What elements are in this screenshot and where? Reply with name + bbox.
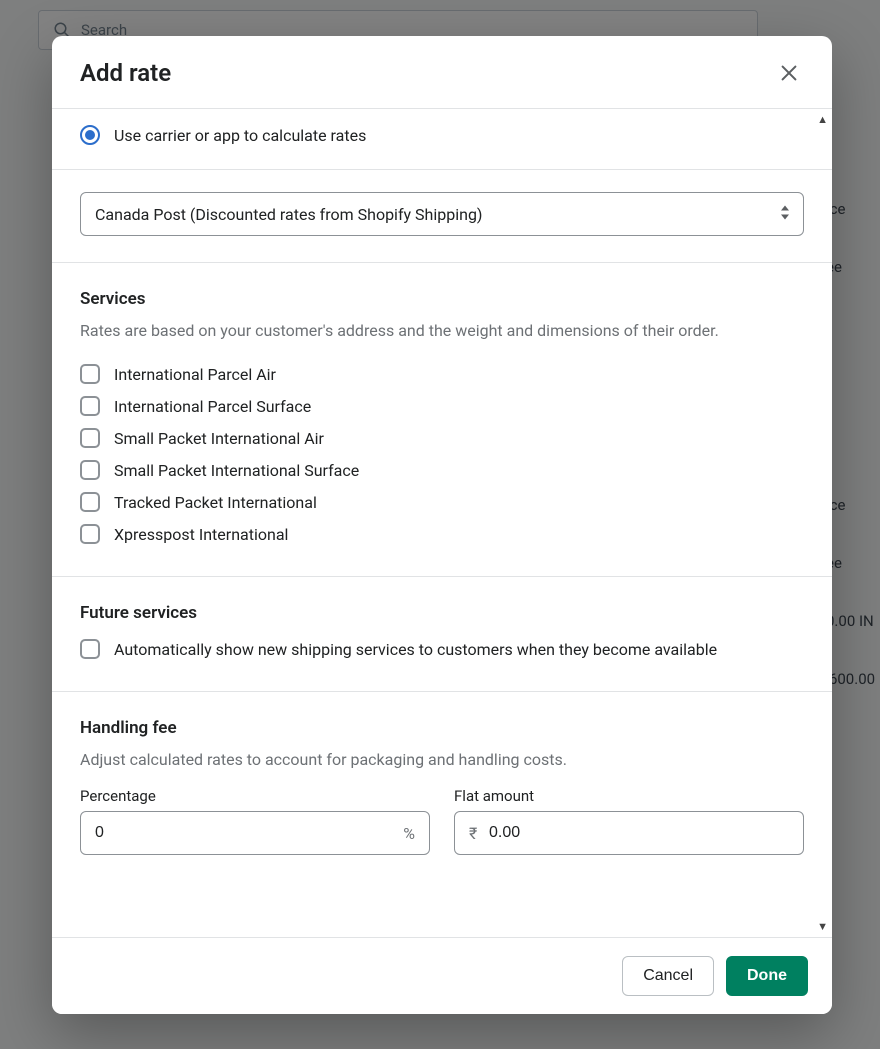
close-icon — [778, 62, 800, 84]
cancel-button[interactable]: Cancel — [622, 956, 714, 996]
checkbox-icon — [80, 492, 100, 512]
checkbox-icon — [80, 524, 100, 544]
handling-subtext: Adjust calculated rates to account for p… — [80, 748, 804, 771]
flat-amount-field: Flat amount ₹ — [454, 787, 804, 855]
service-option[interactable]: Xpresspost International — [80, 518, 804, 550]
percentage-field: Percentage % — [80, 787, 430, 855]
add-rate-modal: Add rate ▲ ▼ Use carrier or app to calcu… — [52, 36, 832, 1014]
carrier-select-section: Canada Post (Discounted rates from Shopi… — [52, 170, 832, 262]
percentage-label: Percentage — [80, 787, 430, 805]
scroll-down-arrow[interactable]: ▼ — [817, 920, 828, 933]
future-services-checkbox-row[interactable]: Automatically show new shipping services… — [80, 633, 804, 665]
scroll-up-arrow[interactable]: ▲ — [817, 113, 828, 126]
modal-footer: Cancel Done — [52, 937, 832, 1014]
done-button[interactable]: Done — [726, 956, 808, 996]
checkbox-icon — [80, 396, 100, 416]
carrier-select-value: Canada Post (Discounted rates from Shopi… — [80, 192, 804, 236]
future-label: Automatically show new shipping services… — [114, 640, 717, 659]
service-label: Tracked Packet International — [114, 493, 317, 512]
handling-fee-section: Handling fee Adjust calculated rates to … — [52, 692, 832, 881]
carrier-select[interactable]: Canada Post (Discounted rates from Shopi… — [80, 192, 804, 236]
radio-label: Use carrier or app to calculate rates — [114, 126, 366, 145]
checkbox-icon — [80, 460, 100, 480]
future-heading: Future services — [80, 603, 804, 623]
services-subtext: Rates are based on your customer's addre… — [80, 319, 804, 342]
service-option[interactable]: Small Packet International Air — [80, 422, 804, 454]
service-label: Xpresspost International — [114, 525, 288, 544]
service-label: Small Packet International Surface — [114, 461, 359, 480]
percent-sign: % — [403, 824, 415, 843]
close-button[interactable] — [774, 58, 804, 88]
flat-amount-input[interactable] — [455, 812, 803, 854]
flat-amount-label: Flat amount — [454, 787, 804, 805]
percentage-input[interactable] — [81, 812, 429, 854]
services-heading: Services — [80, 289, 804, 309]
service-label: International Parcel Air — [114, 365, 276, 384]
checkbox-icon — [80, 639, 100, 659]
future-services-section: Future services Automatically show new s… — [52, 577, 832, 691]
modal-header: Add rate — [52, 36, 832, 109]
currency-symbol: ₹ — [469, 824, 477, 843]
radio-selected-icon — [80, 125, 100, 145]
handling-heading: Handling fee — [80, 718, 804, 738]
checkbox-icon — [80, 428, 100, 448]
modal-title: Add rate — [80, 59, 171, 87]
service-label: International Parcel Surface — [114, 397, 311, 416]
services-section: Services Rates are based on your custome… — [52, 263, 832, 576]
rate-type-radio-row[interactable]: Use carrier or app to calculate rates — [52, 109, 832, 169]
service-option[interactable]: Small Packet International Surface — [80, 454, 804, 486]
service-label: Small Packet International Air — [114, 429, 324, 448]
checkbox-icon — [80, 364, 100, 384]
service-option[interactable]: International Parcel Surface — [80, 390, 804, 422]
service-option[interactable]: Tracked Packet International — [80, 486, 804, 518]
modal-body[interactable]: ▲ ▼ Use carrier or app to calculate rate… — [52, 109, 832, 937]
service-option[interactable]: International Parcel Air — [80, 358, 804, 390]
